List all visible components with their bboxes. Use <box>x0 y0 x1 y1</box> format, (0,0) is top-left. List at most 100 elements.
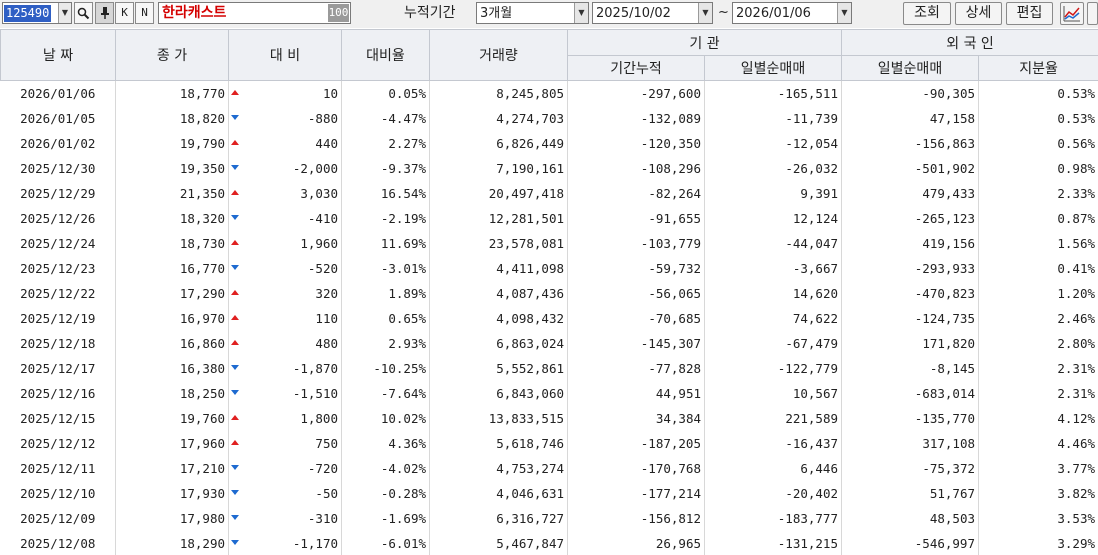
cell-inst-cumulative-value: -187,205 <box>640 435 701 451</box>
cell-change-rate: 4.36% <box>341 430 430 456</box>
header-volume[interactable]: 거래량 <box>429 29 568 81</box>
header-inst-daily-net[interactable]: 일별순매매 <box>704 55 842 81</box>
cell-foreign-daily-net-value: -470,823 <box>914 285 975 301</box>
cell-foreign-ratio: 4.46% <box>978 430 1098 456</box>
table-row[interactable]: 2025/12/18 16,860 480 2.93% 6,863,024 -145,30… <box>0 330 1098 356</box>
table-row[interactable]: 2025/12/12 17,960 750 4.36% 5,618,746 -187,20… <box>0 430 1098 456</box>
end-date-picker[interactable]: 2026/01/06 ▼ <box>732 2 852 24</box>
triangle-down-icon <box>231 364 239 370</box>
cell-date-value: 2025/12/16 <box>20 385 96 401</box>
cell-change-value: 3,030 <box>300 185 338 201</box>
cell-inst-daily-net: -165,511 <box>704 80 842 106</box>
cell-change-rate: 0.65% <box>341 305 430 331</box>
table-row[interactable]: 2026/01/02 19,790 440 2.27% 6,826,449 -120,35… <box>0 130 1098 156</box>
cell-change-value: -410 <box>307 210 338 226</box>
table-row[interactable]: 2025/12/26 18,320 -410 -2.19% 12,281,501 -91,… <box>0 205 1098 231</box>
cell-change: -1,870 <box>228 355 342 381</box>
table-row[interactable]: 2025/12/15 19,760 1,800 10.02% 13,833,515 34,… <box>0 405 1098 431</box>
search-button[interactable] <box>74 2 93 24</box>
k-button[interactable]: K <box>115 2 134 24</box>
end-date-value: 2026/01/06 <box>736 6 811 21</box>
table-row[interactable]: 2025/12/09 17,980 -310 -1.69% 6,316,727 -156,… <box>0 505 1098 531</box>
cell-close-value: 18,320 <box>179 210 225 226</box>
cell-volume: 5,552,861 <box>429 355 568 381</box>
table-row[interactable]: 2025/12/16 18,250 -1,510 -7.64% 6,843,060 44,… <box>0 380 1098 406</box>
cell-inst-cumulative: -82,264 <box>567 180 705 206</box>
header-date[interactable]: 날 짜 <box>0 29 116 81</box>
table-row[interactable]: 2025/12/11 17,210 -720 -4.02% 4,753,274 -170,… <box>0 455 1098 481</box>
stock-code-combo[interactable]: 125490 ▼ <box>2 2 72 24</box>
cell-close: 16,770 <box>115 255 229 281</box>
cell-change-value: 10 <box>322 85 338 101</box>
cell-foreign-daily-net-value: -90,305 <box>922 85 975 101</box>
cell-foreign-ratio: 0.41% <box>978 255 1098 281</box>
cell-inst-cumulative-value: -145,307 <box>640 335 701 351</box>
table-row[interactable]: 2025/12/17 16,380 -1,870 -10.25% 5,552,861 -7… <box>0 355 1098 381</box>
pin-button[interactable] <box>95 2 114 24</box>
edit-button[interactable]: 편집 <box>1006 2 1053 25</box>
cell-close: 18,820 <box>115 105 229 131</box>
chevron-down-icon[interactable]: ▼ <box>58 3 71 23</box>
cell-close: 18,730 <box>115 230 229 256</box>
cell-foreign-daily-net-value: 51,767 <box>929 485 975 501</box>
cell-volume-value: 6,316,727 <box>496 510 564 526</box>
pin-icon <box>100 7 109 19</box>
cell-change: 110 <box>228 305 342 331</box>
n-button[interactable]: N <box>135 2 154 24</box>
table-row[interactable]: 2025/12/10 17,930 -50 -0.28% 4,046,631 -177,2… <box>0 480 1098 506</box>
header-inst-cumulative[interactable]: 기간누적 <box>567 55 705 81</box>
header-foreign-ratio[interactable]: 지분율 <box>977 55 1098 81</box>
cell-inst-cumulative: -70,685 <box>567 305 705 331</box>
chevron-down-icon[interactable]: ▼ <box>574 3 588 23</box>
triangle-down-icon <box>231 389 239 395</box>
query-button[interactable]: 조회 <box>903 2 951 25</box>
triangle-down-icon <box>231 264 239 270</box>
cell-inst-daily-net-value: -12,054 <box>785 135 838 151</box>
cell-foreign-daily-net: -156,863 <box>841 130 979 156</box>
cell-volume: 4,046,631 <box>429 480 568 506</box>
cell-date: 2025/12/15 <box>0 405 116 431</box>
cell-date-value: 2025/12/29 <box>20 185 96 201</box>
header-change-rate[interactable]: 대비율 <box>341 29 430 81</box>
cell-change: 3,030 <box>228 180 342 206</box>
cell-inst-cumulative: -108,296 <box>567 155 705 181</box>
chevron-down-icon[interactable]: ▼ <box>837 3 851 23</box>
header-close[interactable]: 종 가 <box>115 29 229 81</box>
start-date-picker[interactable]: 2025/10/02 ▼ <box>592 2 713 24</box>
stock-name-field[interactable]: 한라캐스트 100 <box>158 2 351 24</box>
table-row[interactable]: 2025/12/19 16,970 110 0.65% 4,098,432 -70,685… <box>0 305 1098 331</box>
cell-foreign-ratio: 3.53% <box>978 505 1098 531</box>
detail-button[interactable]: 상세 <box>955 2 1002 25</box>
cell-close-value: 18,730 <box>179 235 225 251</box>
cell-change-value: 480 <box>315 335 338 351</box>
cell-change-rate-value: -6.01% <box>380 535 426 551</box>
cell-inst-cumulative-value: -77,828 <box>648 360 701 376</box>
more-button[interactable] <box>1087 2 1098 25</box>
table-row[interactable]: 2025/12/29 21,350 3,030 16.54% 20,497,418 -82… <box>0 180 1098 206</box>
cell-foreign-daily-net-value: -75,372 <box>922 460 975 476</box>
stock-code-value[interactable]: 125490 <box>4 5 52 22</box>
chevron-down-icon[interactable]: ▼ <box>698 3 712 23</box>
cell-foreign-daily-net: -546,997 <box>841 530 979 555</box>
table-row[interactable]: 2025/12/22 17,290 320 1.89% 4,087,436 -56,065… <box>0 280 1098 306</box>
cell-change-rate-value: -9.37% <box>380 160 426 176</box>
cell-change-rate: 0.05% <box>341 80 430 106</box>
cell-foreign-daily-net-value: 479,433 <box>922 185 975 201</box>
header-foreign-daily-net[interactable]: 일별순매매 <box>841 55 979 81</box>
table-row[interactable]: 2026/01/06 18,770 10 0.05% 8,245,805 -297,600… <box>0 80 1098 106</box>
table-row[interactable]: 2025/12/23 16,770 -520 -3.01% 4,411,098 -59,7… <box>0 255 1098 281</box>
cell-inst-daily-net: -12,054 <box>704 130 842 156</box>
cell-close: 17,960 <box>115 430 229 456</box>
name-percent-button[interactable]: 100 <box>328 4 349 22</box>
toolbar: 125490 ▼ K N 한라캐스트 100 누적기간 3개월 ▼ 2025/1… <box>0 0 1098 28</box>
header-change[interactable]: 대 비 <box>228 29 342 81</box>
table-row[interactable]: 2025/12/30 19,350 -2,000 -9.37% 7,190,161 -10… <box>0 155 1098 181</box>
chart-button[interactable] <box>1060 2 1084 25</box>
period-select[interactable]: 3개월 ▼ <box>476 2 589 24</box>
table-row[interactable]: 2025/12/24 18,730 1,960 11.69% 23,578,081 -10… <box>0 230 1098 256</box>
table-row[interactable]: 2026/01/05 18,820 -880 -4.47% 4,274,703 -132,… <box>0 105 1098 131</box>
table-row[interactable]: 2025/12/08 18,290 -1,170 -6.01% 5,467,847 26,… <box>0 530 1098 555</box>
cell-date: 2026/01/05 <box>0 105 116 131</box>
cell-inst-cumulative-value: -156,812 <box>640 510 701 526</box>
cell-inst-cumulative-value: -177,214 <box>640 485 701 501</box>
